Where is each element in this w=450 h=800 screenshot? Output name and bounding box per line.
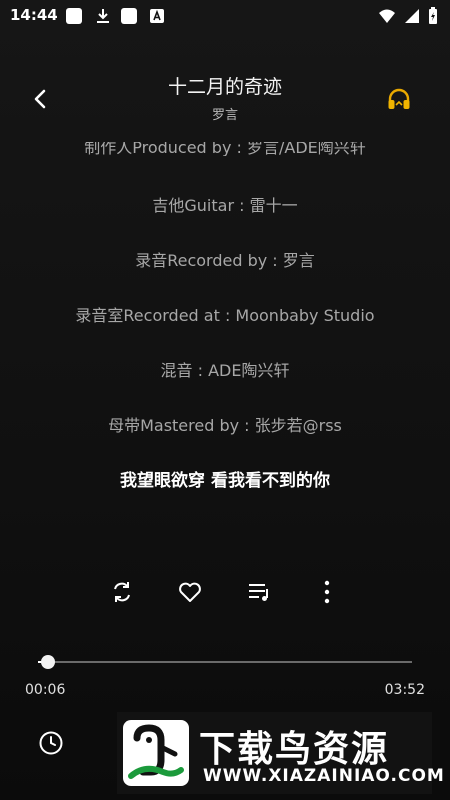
signal-icon <box>405 9 419 23</box>
favorite-heart-button[interactable] <box>176 578 204 606</box>
total-time: 03:52 <box>384 682 425 698</box>
watermark-banner: 下载鸟资源 WWW.XIAZAINIAO.COM <box>117 712 444 794</box>
progress-track[interactable] <box>38 655 412 669</box>
battery-icon <box>429 7 437 24</box>
app-notification-icon-2 <box>121 8 137 24</box>
lyric-line[interactable]: 吉他Guitar : 雷十一 <box>0 192 450 216</box>
app-notification-icon <box>66 8 82 24</box>
lyric-line[interactable]: 母带Mastered by : 张步若@rss <box>0 412 450 436</box>
download-icon <box>97 9 109 23</box>
sleep-timer-clock-icon[interactable] <box>38 730 64 756</box>
song-artist[interactable]: 罗言 <box>0 104 450 123</box>
lyric-line-current[interactable]: 我望眼欲穿 看我看不到的你 <box>0 466 450 491</box>
song-title: 十二月的奇迹 <box>167 76 282 98</box>
lyric-line-partial-text: 制作人Produced by : 罗言/ADE陶兴轩 <box>84 142 366 156</box>
headphones-icon[interactable] <box>386 86 412 112</box>
watermark-url: WWW.XIAZAINIAO.COM <box>203 766 445 786</box>
status-bar: 14:44 <box>0 0 450 32</box>
lyric-line-partial[interactable]: 制作人Produced by : 罗言/ADE陶兴轩 <box>0 142 450 156</box>
bird-logo-icon <box>128 724 184 779</box>
more-options-button[interactable] <box>313 578 341 606</box>
status-right-icons <box>378 6 438 26</box>
progress-seek-handle[interactable] <box>40 655 55 669</box>
repeat-mode-button[interactable] <box>108 578 136 606</box>
lyric-line[interactable]: 混音 : ADE陶兴轩 <box>0 357 450 381</box>
watermark-title: 下载鸟资源 <box>199 729 390 770</box>
status-time: 14:44 <box>10 6 58 24</box>
wifi-icon <box>379 9 395 23</box>
lyric-line[interactable]: 录音室Recorded at : Moonbaby Studio <box>0 302 450 326</box>
font-app-icon <box>150 9 164 23</box>
current-time: 00:06 <box>25 682 66 698</box>
lyric-line[interactable]: 录音Recorded by : 罗言 <box>0 247 450 271</box>
watermark-bird-logo <box>123 720 189 786</box>
playlist-button[interactable] <box>246 578 274 606</box>
